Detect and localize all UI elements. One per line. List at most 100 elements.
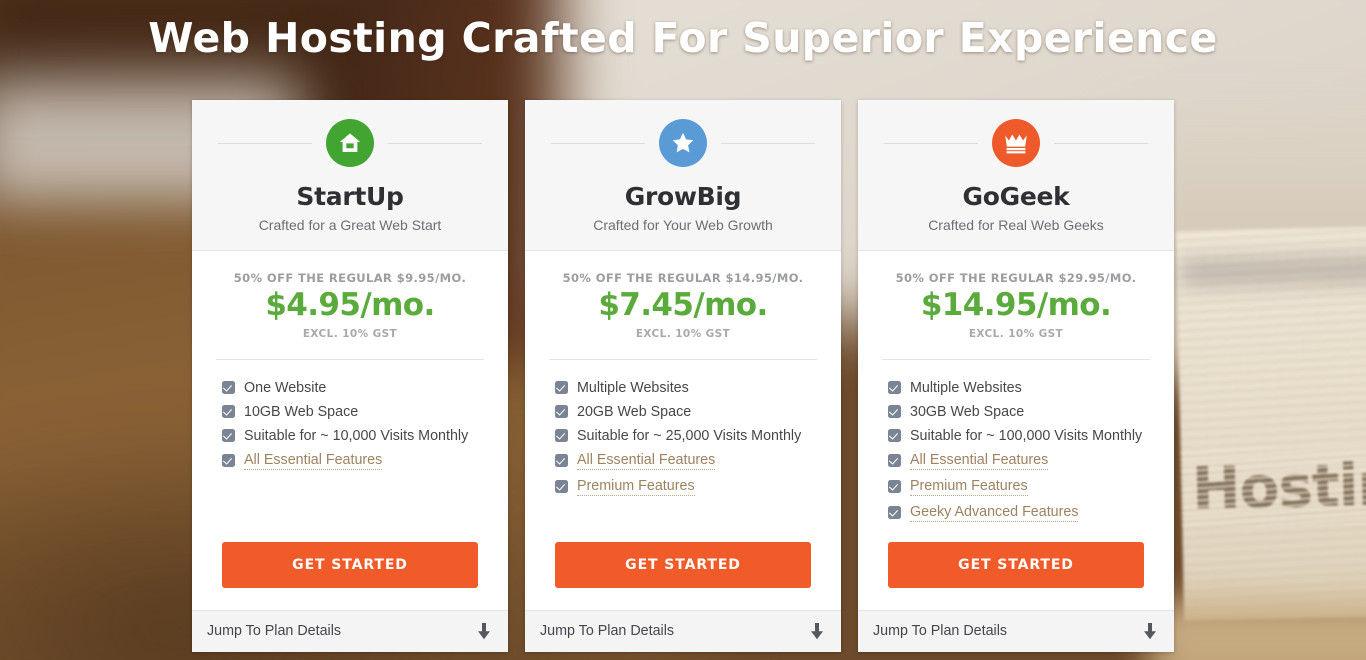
checkbox-icon	[222, 454, 235, 468]
plan-icon-row	[525, 119, 841, 167]
jump-to-plan-details-label: Jump To Plan Details	[873, 623, 1008, 640]
feature-item: Multiple Websites	[555, 380, 841, 396]
page-title: Web Hosting Crafted For Superior Experie…	[148, 14, 1218, 62]
feature-label: Suitable for ~ 10,000 Visits Monthly	[244, 427, 469, 444]
feature-item: Suitable for ~ 10,000 Visits Monthly	[222, 428, 508, 444]
checkbox-icon	[555, 454, 568, 468]
plan-name: StartUp	[296, 182, 404, 211]
checkbox-icon	[888, 454, 901, 468]
plan-name: GrowBig	[624, 182, 742, 211]
plan-tagline: Crafted for a Great Web Start	[258, 217, 442, 233]
feature-list: One Website 10GB Web Space Suitable for ~ …	[192, 360, 508, 530]
price-regular: 50% OFF THE REGULAR $29.95/MO.	[895, 271, 1137, 285]
checkbox-icon	[555, 405, 568, 419]
feature-list: Multiple Websites 30GB Web Space Suitable …	[858, 360, 1174, 530]
checkbox-icon	[888, 506, 901, 520]
feature-item[interactable]: All Essential Features	[555, 452, 841, 470]
feature-list: Multiple Websites 20GB Web Space Suitable …	[525, 360, 841, 530]
plan-tagline: Crafted for Your Web Growth	[593, 217, 773, 233]
price-block: 50% OFF THE REGULAR $9.95/MO. $4.95/mo. EX…	[192, 251, 508, 360]
feature-item: Suitable for ~ 25,000 Visits Monthly	[555, 428, 841, 444]
checkbox-icon	[888, 480, 901, 494]
checkbox-icon	[555, 480, 568, 494]
feature-label[interactable]: Geeky Advanced Features	[910, 504, 1079, 522]
star-icon	[659, 119, 707, 167]
feature-label: Multiple Websites	[577, 379, 689, 396]
feature-label[interactable]: All Essential Features	[910, 452, 1049, 470]
feature-item[interactable]: All Essential Features	[888, 452, 1174, 470]
price-tax-note: EXCL. 10% GST	[302, 327, 398, 340]
plan-tagline: Crafted for Real Web Geeks	[928, 217, 1104, 233]
price-tax-note: EXCL. 10% GST	[968, 327, 1064, 340]
price-regular: 50% OFF THE REGULAR $9.95/MO.	[233, 271, 467, 285]
background-plank-shadow	[1179, 245, 1366, 295]
pricing-card-gogeek: GoGeek Crafted for Real Web Geeks 50% OFF …	[858, 100, 1174, 652]
divider-right	[1054, 142, 1148, 144]
divider-right	[721, 142, 815, 144]
pricing-card-startup: StartUp Crafted for a Great Web Start 50% …	[192, 100, 508, 652]
checkbox-icon	[888, 381, 901, 395]
pricing-card-row: StartUp Crafted for a Great Web Start 50% …	[192, 100, 1174, 652]
pricing-card-growbig: GrowBig Crafted for Your Web Growth 50% OF…	[525, 100, 841, 652]
feature-label: 10GB Web Space	[244, 403, 359, 420]
checkbox-icon	[222, 405, 235, 419]
price-block: 50% OFF THE REGULAR $14.95/MO. $7.45/mo. E…	[525, 251, 841, 360]
cta-container: GET STARTED	[858, 530, 1174, 610]
card-header: GoGeek Crafted for Real Web Geeks	[858, 100, 1174, 251]
jump-to-plan-details[interactable]: Jump To Plan Details	[192, 609, 508, 652]
feature-item[interactable]: All Essential Features	[222, 452, 508, 470]
feature-item: 30GB Web Space	[888, 404, 1174, 420]
feature-item: One Website	[222, 380, 508, 396]
feature-label[interactable]: All Essential Features	[244, 452, 383, 470]
jump-to-plan-details-label: Jump To Plan Details	[540, 623, 675, 640]
plan-icon-row	[858, 119, 1174, 167]
feature-item: Multiple Websites	[888, 380, 1174, 396]
feature-label: Suitable for ~ 25,000 Visits Monthly	[577, 427, 802, 444]
arrow-down-icon[interactable]	[477, 622, 491, 640]
checkbox-icon	[222, 429, 235, 443]
divider-right	[388, 142, 482, 144]
jump-to-plan-details[interactable]: Jump To Plan Details	[525, 609, 841, 652]
feature-label: Multiple Websites	[910, 379, 1022, 396]
feature-label: One Website	[244, 379, 327, 396]
checkbox-icon	[888, 405, 901, 419]
feature-item: 10GB Web Space	[222, 404, 508, 420]
price-amount: $14.95/mo.	[920, 287, 1112, 323]
get-started-button[interactable]: GET STARTED	[888, 541, 1144, 588]
checkbox-icon	[888, 429, 901, 443]
divider-left	[551, 142, 645, 144]
cta-container: GET STARTED	[192, 530, 508, 610]
background-tan-strip	[1150, 600, 1366, 660]
jump-to-plan-details[interactable]: Jump To Plan Details	[858, 609, 1174, 652]
checkbox-icon	[222, 381, 235, 395]
price-regular: 50% OFF THE REGULAR $14.95/MO.	[562, 271, 804, 285]
feature-label[interactable]: Premium Features	[910, 478, 1028, 496]
feature-item[interactable]: Premium Features	[888, 478, 1174, 496]
price-amount: $4.95/mo.	[265, 287, 435, 323]
checkbox-icon	[555, 381, 568, 395]
plan-name: GoGeek	[962, 182, 1070, 211]
card-header: GrowBig Crafted for Your Web Growth	[525, 100, 841, 251]
divider-left	[884, 142, 978, 144]
feature-item[interactable]: Premium Features	[555, 478, 841, 496]
house-icon	[326, 119, 374, 167]
get-started-button[interactable]: GET STARTED	[555, 541, 811, 588]
feature-label[interactable]: All Essential Features	[577, 452, 716, 470]
price-amount: $7.45/mo.	[598, 287, 768, 323]
cta-container: GET STARTED	[525, 530, 841, 610]
jump-to-plan-details-label: Jump To Plan Details	[207, 623, 342, 640]
feature-label: 30GB Web Space	[910, 403, 1025, 420]
feature-item: 20GB Web Space	[555, 404, 841, 420]
get-started-button[interactable]: GET STARTED	[222, 541, 478, 588]
divider-left	[218, 142, 312, 144]
price-block: 50% OFF THE REGULAR $29.95/MO. $14.95/mo.…	[858, 251, 1174, 360]
feature-label[interactable]: Premium Features	[577, 478, 695, 496]
feature-label: Suitable for ~ 100,000 Visits Monthly	[910, 427, 1143, 444]
arrow-down-icon[interactable]	[810, 622, 824, 640]
background-hosting-stamp: Hosting	[1191, 449, 1366, 522]
price-tax-note: EXCL. 10% GST	[635, 327, 731, 340]
checkbox-icon	[555, 429, 568, 443]
crown-icon	[992, 119, 1040, 167]
feature-item[interactable]: Geeky Advanced Features	[888, 504, 1174, 522]
arrow-down-icon[interactable]	[1143, 622, 1157, 640]
